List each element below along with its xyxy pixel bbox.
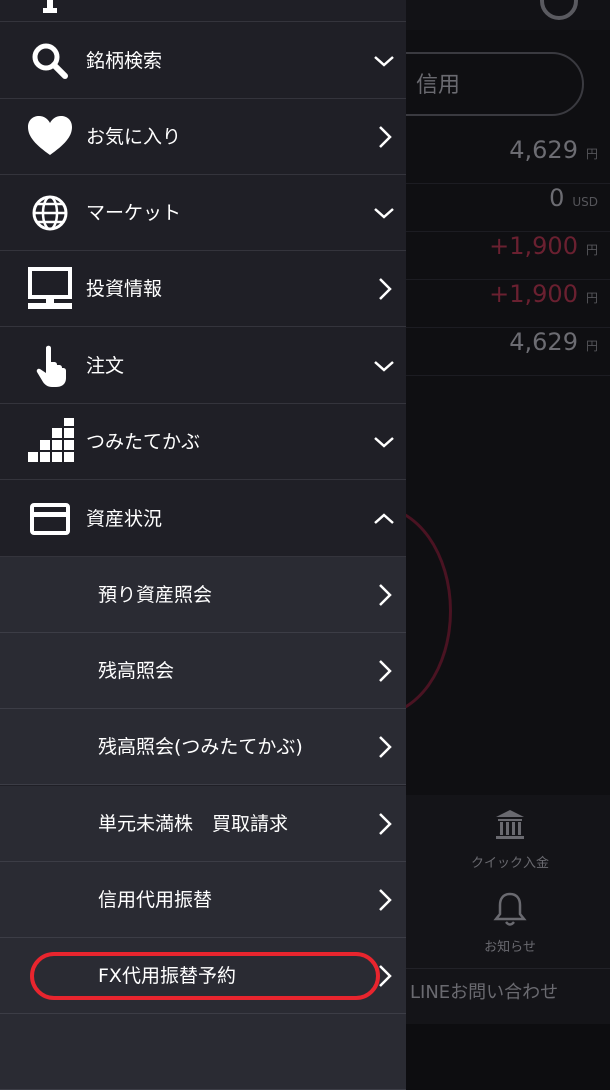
- menu-item-market[interactable]: マーケット: [0, 175, 406, 251]
- submenu-item-label: 信用代用振替: [98, 889, 213, 911]
- submenu-item-label: 残高照会: [98, 660, 175, 682]
- menu-item-label: 投資情報: [86, 278, 163, 300]
- hand-pointer-icon: [36, 345, 66, 387]
- balance-row: 0 USD: [406, 184, 610, 232]
- balance-row: 4,629 円: [406, 328, 610, 376]
- submenu-item-balance[interactable]: 残高照会: [0, 633, 406, 709]
- chevron-right-icon: [379, 659, 392, 682]
- menu-item-label: マーケット: [86, 202, 182, 224]
- balance-row: +1,900 円: [406, 280, 610, 328]
- notice-label: お知らせ: [484, 940, 536, 955]
- notice-button[interactable]: お知らせ: [440, 890, 580, 955]
- chevron-down-icon: [374, 436, 394, 448]
- menu-item-investment-info[interactable]: 投資情報: [0, 251, 406, 327]
- chevron-down-icon: [374, 360, 394, 372]
- menu-item-label: 資産状況: [86, 508, 163, 530]
- menu-item-label: つみたてかぶ: [86, 431, 201, 453]
- card-icon: [30, 502, 70, 535]
- bell-icon: [493, 892, 527, 926]
- menu-item-partial[interactable]: [0, 0, 406, 22]
- menu-item-tsumitate-kabu[interactable]: つみたてかぶ: [0, 404, 406, 480]
- submenu-item-balance-tsumitate[interactable]: 残高照会(つみたてかぶ): [0, 709, 406, 785]
- heart-icon: [28, 115, 72, 155]
- balance-unit: 円: [585, 291, 598, 305]
- menu-item-label: 注文: [86, 355, 125, 377]
- chevron-right-icon: [379, 277, 392, 300]
- profit-value: +1,900: [489, 280, 578, 308]
- menu-item-label: お気に入り: [86, 126, 182, 148]
- submenu-item-odd-lot-buyback[interactable]: 単元未満株 買取請求: [0, 786, 406, 862]
- menu-item-favorites[interactable]: お気に入り: [0, 99, 406, 175]
- balance-unit: USD: [572, 195, 598, 209]
- line-contact-button[interactable]: LINEお問い合わせ: [406, 968, 610, 1024]
- side-menu: 銘柄検索 お気に入り マーケット 投資情報 注文 つみたてかぶ 資産状況 預り資…: [0, 0, 406, 1090]
- chevron-right-icon: [379, 583, 392, 606]
- chevron-right-icon: [379, 812, 392, 835]
- search-icon: [32, 43, 68, 79]
- globe-icon: [32, 195, 68, 230]
- submenu-item-label: 預り資産照会: [98, 584, 213, 606]
- profit-value: +1,900: [489, 232, 578, 260]
- menu-item-asset-status[interactable]: 資産状況: [0, 481, 406, 557]
- submenu-item-label: 残高照会(つみたてかぶ): [98, 736, 303, 758]
- blocks-chart-icon: [28, 417, 74, 462]
- chevron-right-icon: [379, 735, 392, 758]
- monitor-icon: [28, 266, 72, 309]
- balance-row: 4,629 円: [406, 136, 610, 184]
- submenu-item-partial[interactable]: [0, 1014, 406, 1090]
- chevron-up-icon: [374, 512, 394, 524]
- menu-item-order[interactable]: 注文: [0, 328, 406, 404]
- menu-item-label: 銘柄検索: [86, 50, 163, 72]
- chevron-right-icon: [379, 125, 392, 148]
- balance-value: 4,629: [509, 328, 578, 356]
- balance-unit: 円: [585, 243, 598, 257]
- balance-unit: 円: [585, 147, 598, 161]
- submenu-item-deposit-assets[interactable]: 預り資産照会: [0, 557, 406, 633]
- submenu-item-label: 単元未満株 買取請求: [98, 813, 289, 835]
- chevron-right-icon: [379, 888, 392, 911]
- quick-deposit-button[interactable]: クイック入金: [440, 808, 580, 871]
- balance-row: +1,900 円: [406, 232, 610, 280]
- menu-item-icon: [43, 0, 57, 13]
- balance-value: 4,629: [509, 136, 578, 164]
- bank-icon: [496, 810, 524, 839]
- chevron-down-icon: [374, 55, 394, 67]
- quick-deposit-label: クイック入金: [470, 856, 549, 871]
- balance-unit: 円: [585, 339, 598, 353]
- balance-value: 0: [549, 184, 565, 212]
- chevron-down-icon: [374, 207, 394, 219]
- highlight-outline: [30, 952, 380, 1000]
- submenu-item-margin-substitute-transfer[interactable]: 信用代用振替: [0, 862, 406, 938]
- menu-item-stock-search[interactable]: 銘柄検索: [0, 23, 406, 99]
